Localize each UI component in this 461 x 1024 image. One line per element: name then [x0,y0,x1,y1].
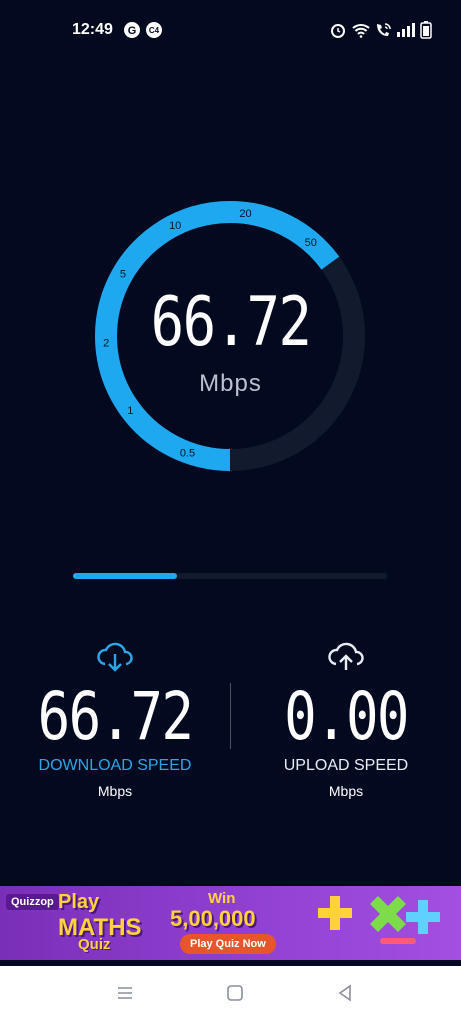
download-speed-value: 66.72 [37,678,194,755]
upload-speed-label: UPLOAD SPEED [283,757,409,774]
speed-gauge: 0.5125102050 [95,201,365,471]
gauge-scale-label: 5 [120,268,126,280]
ad-headline-top: Play [58,891,100,913]
recents-icon[interactable] [116,984,134,1002]
upload-speed-value: 0.00 [284,678,409,755]
gauge-scale-label: 1 [127,405,133,417]
download-stat: 66.72 DOWNLOAD SPEED Mbps [0,640,230,799]
ad-cta-button[interactable]: Play Quiz Now [180,934,276,954]
ad-banner[interactable]: Quizzop Play MATHS Quiz Win 5,00,000 Pla… [0,886,461,960]
download-speed-unit: Mbps [97,783,133,799]
ad-brand: Quizzop [6,894,59,910]
download-speed-label: DOWNLOAD SPEED [38,757,192,774]
system-nav-bar [0,966,461,1024]
gauge-scale-label: 20 [239,208,251,220]
ad-prize: 5,00,000 [170,906,256,931]
ad-win-text: Win [208,890,236,907]
test-progress-fill [73,573,177,579]
test-progress-bar [73,573,387,579]
gauge-scale-label: 50 [305,237,317,249]
back-icon[interactable] [336,984,354,1002]
gauge-scale-label: 0.5 [180,447,195,459]
ad-headline-sub: Quiz [78,936,111,953]
upload-speed-unit: Mbps [328,783,364,799]
upload-stat: 0.00 UPLOAD SPEED Mbps [231,640,461,799]
cloud-download-icon [97,642,133,672]
cloud-upload-icon [328,642,364,670]
math-symbols-icon [318,896,440,944]
gauge-unit: Mbps [199,370,262,397]
gauge-scale-label: 10 [169,220,181,232]
home-icon[interactable] [226,984,244,1002]
gauge-speed-value: 66.72 [150,283,312,362]
